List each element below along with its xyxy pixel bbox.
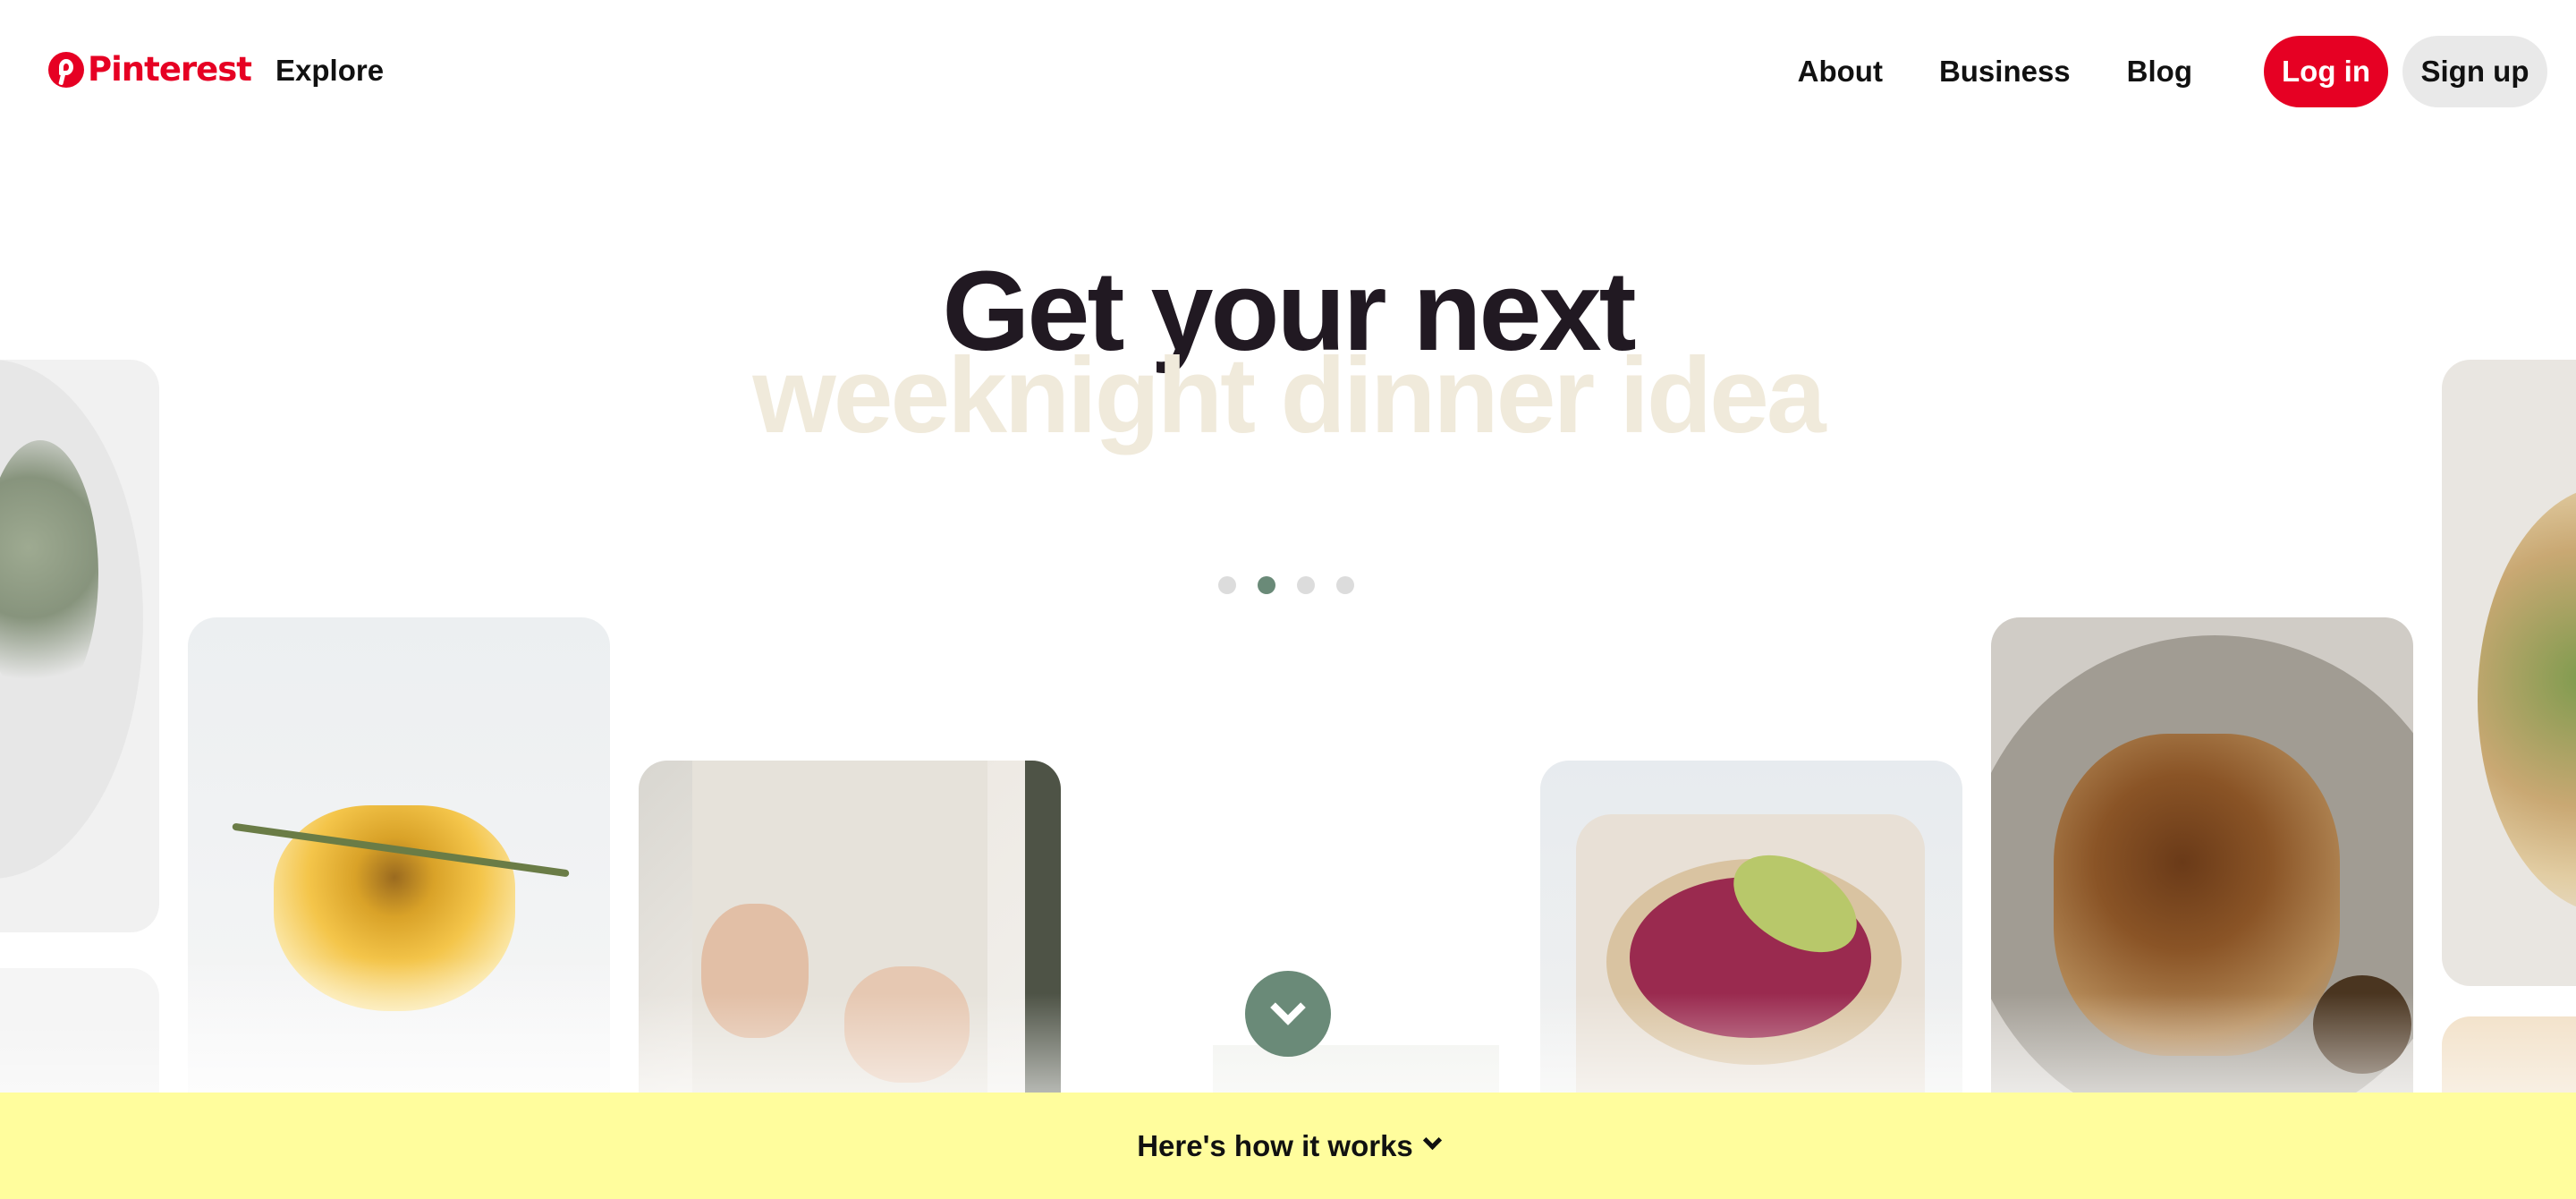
explore-link[interactable]: Explore: [275, 54, 384, 88]
chevron-down-icon: [1270, 990, 1306, 1025]
carousel-dot-4[interactable]: [1336, 576, 1354, 594]
chevron-down-icon: [1422, 1130, 1442, 1151]
pinterest-logo-icon: [48, 51, 84, 88]
how-it-works-banner[interactable]: Here's how it works: [0, 1093, 2576, 1199]
brand-name: Pinterest: [88, 50, 252, 89]
nav-right-group: About Business Blog Log in Sign up: [1798, 36, 2547, 107]
hero-subtitle: weeknight dinner idea: [752, 336, 1826, 455]
carousel-dot-3[interactable]: [1297, 576, 1315, 594]
carousel-dots: [1218, 576, 1354, 594]
login-button[interactable]: Log in: [2264, 36, 2388, 107]
about-link[interactable]: About: [1798, 55, 1883, 89]
scroll-down-button[interactable]: [1245, 971, 1331, 1057]
top-nav: Pinterest Explore About Business Blog Lo…: [0, 0, 2576, 143]
pinterest-logo[interactable]: Pinterest: [48, 50, 252, 89]
signup-button[interactable]: Sign up: [2402, 36, 2547, 107]
carousel-dot-2[interactable]: [1258, 576, 1275, 594]
carousel-dot-1[interactable]: [1218, 576, 1236, 594]
grilled-chicken-image: [1991, 617, 2413, 1154]
business-link[interactable]: Business: [1939, 55, 2071, 89]
how-it-works-label: Here's how it works: [1137, 1128, 1413, 1162]
drink-image: [188, 617, 610, 1118]
blog-link[interactable]: Blog: [2127, 55, 2192, 89]
